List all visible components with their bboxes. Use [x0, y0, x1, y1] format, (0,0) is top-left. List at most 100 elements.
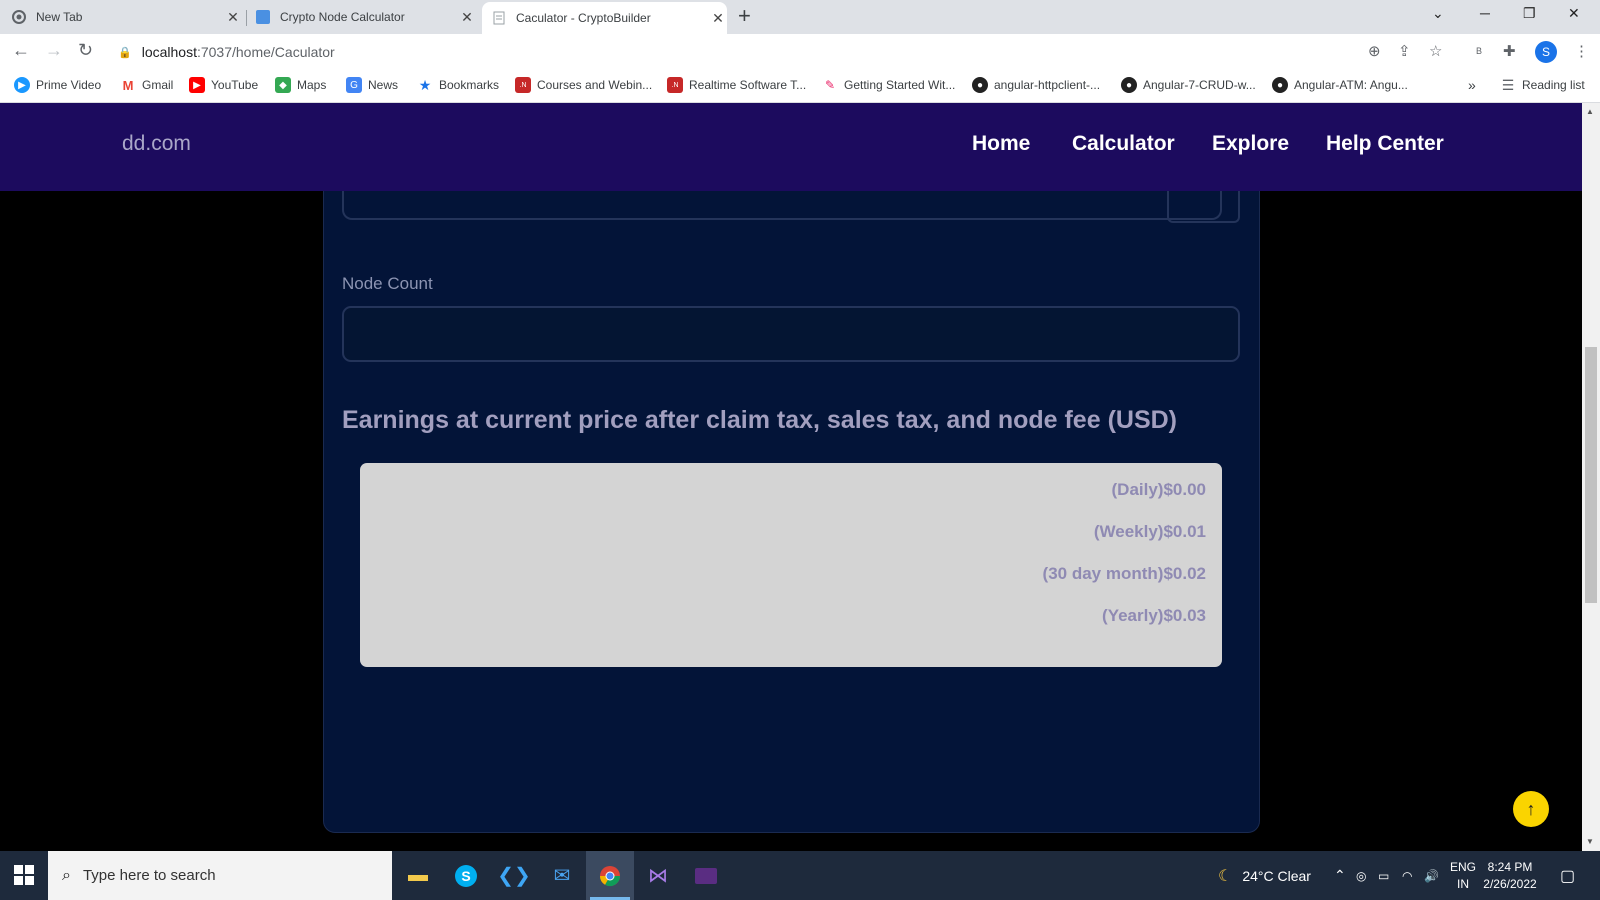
previous-input-addon[interactable] — [1167, 190, 1240, 223]
restore-icon[interactable]: ❐ — [1523, 5, 1536, 22]
scrollbar-thumb[interactable] — [1585, 347, 1597, 603]
page-scrollbar[interactable]: ▲ ▼ — [1582, 103, 1600, 851]
zoom-icon[interactable]: ⊕ — [1368, 42, 1381, 60]
bookmark-prime-video[interactable]: ▶ Prime Video — [14, 77, 101, 93]
share-icon[interactable]: ⇪ — [1398, 42, 1411, 60]
search-placeholder: Type here to search — [82, 867, 216, 884]
extensions-puzzle-icon[interactable]: ✚ — [1503, 42, 1516, 60]
chrome-taskbar-icon[interactable] — [586, 851, 634, 900]
doc-icon: ✎ — [824, 78, 836, 92]
bookmark-courses[interactable]: .N Courses and Webin... — [515, 77, 652, 93]
terminal-icon[interactable] — [682, 851, 730, 900]
minimize-icon[interactable]: ─ — [1480, 5, 1490, 21]
battery-icon[interactable]: ▭ — [1378, 851, 1389, 900]
tab-caculator-cryptobuilder[interactable]: Caculator - CryptoBuilder ✕ — [482, 2, 727, 34]
extension-b-icon[interactable]: B — [1476, 46, 1482, 56]
github-icon: ● — [972, 77, 988, 93]
file-explorer-icon[interactable]: ▬ — [394, 851, 442, 900]
page-icon — [492, 11, 506, 25]
forward-icon[interactable]: → — [45, 40, 63, 61]
profile-avatar[interactable]: S — [1535, 41, 1557, 63]
bookmark-maps[interactable]: ◆ Maps — [275, 77, 326, 93]
more-bookmarks-icon[interactable]: » — [1468, 77, 1476, 93]
site-navbar: dd.com Home Calculator Explore Help Cent… — [0, 103, 1582, 191]
mail-icon[interactable]: ✉ — [538, 851, 586, 900]
close-tab-icon[interactable]: ✕ — [709, 10, 727, 27]
reload-icon[interactable]: ↻ — [78, 40, 93, 61]
site-icon — [256, 10, 270, 24]
github-icon: ● — [1121, 77, 1137, 93]
bookmark-angular-httpclient[interactable]: ● angular-httpclient-... — [972, 77, 1100, 93]
tab-crypto-node-calculator[interactable]: Crypto Node Calculator ✕ — [256, 0, 476, 34]
star-icon: ★ — [418, 76, 432, 93]
bookmark-youtube[interactable]: ▶ YouTube — [189, 77, 258, 93]
close-tab-icon[interactable]: ✕ — [224, 9, 242, 26]
tab-divider — [246, 10, 247, 26]
earnings-daily: (Daily)$0.00 — [1111, 480, 1207, 499]
scroll-down-icon[interactable]: ▼ — [1586, 837, 1594, 846]
bookmark-bookmarks[interactable]: ★ Bookmarks — [417, 77, 499, 93]
meet-now-icon[interactable]: ◎ — [1356, 851, 1366, 900]
nav-home[interactable]: Home — [972, 132, 1030, 156]
github-icon: ● — [1272, 77, 1288, 93]
youtube-icon: ▶ — [189, 77, 205, 93]
visual-studio-icon[interactable]: ⋈ — [634, 851, 682, 900]
chrome-icon — [12, 10, 26, 24]
previous-input-field[interactable] — [342, 190, 1222, 220]
bookmark-realtime[interactable]: .N Realtime Software T... — [667, 77, 806, 93]
nav-help-center[interactable]: Help Center — [1326, 132, 1444, 156]
windows-start-icon[interactable] — [14, 865, 34, 885]
taskbar-search-box[interactable]: ⌕ Type here to search — [48, 851, 392, 900]
notifications-icon[interactable]: ▢ — [1560, 851, 1575, 900]
earnings-panel: (Daily)$0.00 (Weekly)$0.01 (30 day month… — [360, 463, 1222, 667]
url-text: localhost:7037/home/Caculator — [141, 44, 335, 60]
node-count-input[interactable] — [342, 306, 1240, 362]
menu-dots-icon[interactable]: ⋮ — [1574, 42, 1589, 60]
tab-title: New Tab — [36, 10, 83, 24]
reading-list[interactable]: ☰ Reading list — [1500, 77, 1585, 93]
moon-icon: ☾ — [1218, 867, 1233, 885]
skype-icon[interactable]: S — [442, 851, 490, 900]
bookmark-gmail[interactable]: M Gmail — [120, 77, 174, 93]
nav-calculator[interactable]: Calculator — [1072, 132, 1175, 156]
wifi-icon[interactable]: ◠ — [1402, 851, 1412, 900]
dotnet-icon: .N — [515, 77, 531, 93]
tab-new-tab[interactable]: New Tab ✕ — [12, 0, 242, 34]
taskbar-clock[interactable]: 8:24 PM 2/26/2022 — [1478, 859, 1542, 893]
maps-icon: ◆ — [275, 77, 291, 93]
arrow-up-icon: ↑ — [1526, 798, 1536, 819]
prime-video-icon: ▶ — [14, 77, 30, 93]
reading-list-icon: ☰ — [1501, 76, 1515, 93]
news-icon: G — [346, 77, 362, 93]
scroll-to-top-button[interactable]: ↑ — [1513, 791, 1549, 827]
close-window-icon[interactable]: ✕ — [1568, 5, 1580, 22]
tab-title: Caculator - CryptoBuilder — [516, 11, 651, 25]
weather-text: 24°C Clear — [1242, 867, 1311, 884]
bookmark-news[interactable]: G News — [346, 77, 398, 93]
scroll-up-icon[interactable]: ▲ — [1586, 107, 1594, 116]
site-brand[interactable]: dd.com — [122, 132, 191, 156]
browser-toolbar: ← → ↻ 🔒 localhost:7037/home/Caculator ⊕ … — [0, 34, 1600, 70]
nav-explore[interactable]: Explore — [1212, 132, 1289, 156]
tab-search-icon[interactable]: ⌄ — [1432, 5, 1444, 22]
vscode-icon[interactable]: ❮❯ — [490, 851, 538, 900]
earnings-title: Earnings at current price after claim ta… — [342, 406, 1177, 434]
bookmark-angular-atm[interactable]: ● Angular-ATM: Angu... — [1272, 77, 1408, 93]
new-tab-icon[interactable]: + — [738, 3, 751, 29]
search-icon: ⌕ — [62, 866, 71, 884]
weather-widget[interactable]: ☾ 24°C Clear — [1218, 851, 1311, 900]
bookmark-getting-started[interactable]: ✎ Getting Started Wit... — [822, 77, 955, 93]
windows-taskbar: ⌕ Type here to search ▬ S ❮❯ ✉ ⋈ ☾ 24°C … — [0, 851, 1600, 900]
bookmark-angular-crud[interactable]: ● Angular-7-CRUD-w... — [1121, 77, 1256, 93]
dotnet-icon: .N — [667, 77, 683, 93]
clock-time: 8:24 PM — [1487, 860, 1533, 874]
earnings-weekly: (Weekly)$0.01 — [1093, 522, 1206, 541]
language-indicator[interactable]: ENG IN — [1450, 859, 1476, 893]
tray-overflow-icon[interactable]: ⌃ — [1334, 851, 1346, 900]
bookmark-star-icon[interactable]: ☆ — [1429, 42, 1442, 60]
close-tab-icon[interactable]: ✕ — [458, 9, 476, 26]
address-bar[interactable]: 🔒 localhost:7037/home/Caculator — [110, 37, 1390, 67]
page-viewport: dd.com Home Calculator Explore Help Cent… — [0, 103, 1582, 851]
volume-icon[interactable]: 🔊 — [1424, 851, 1439, 900]
back-icon[interactable]: ← — [12, 40, 30, 61]
